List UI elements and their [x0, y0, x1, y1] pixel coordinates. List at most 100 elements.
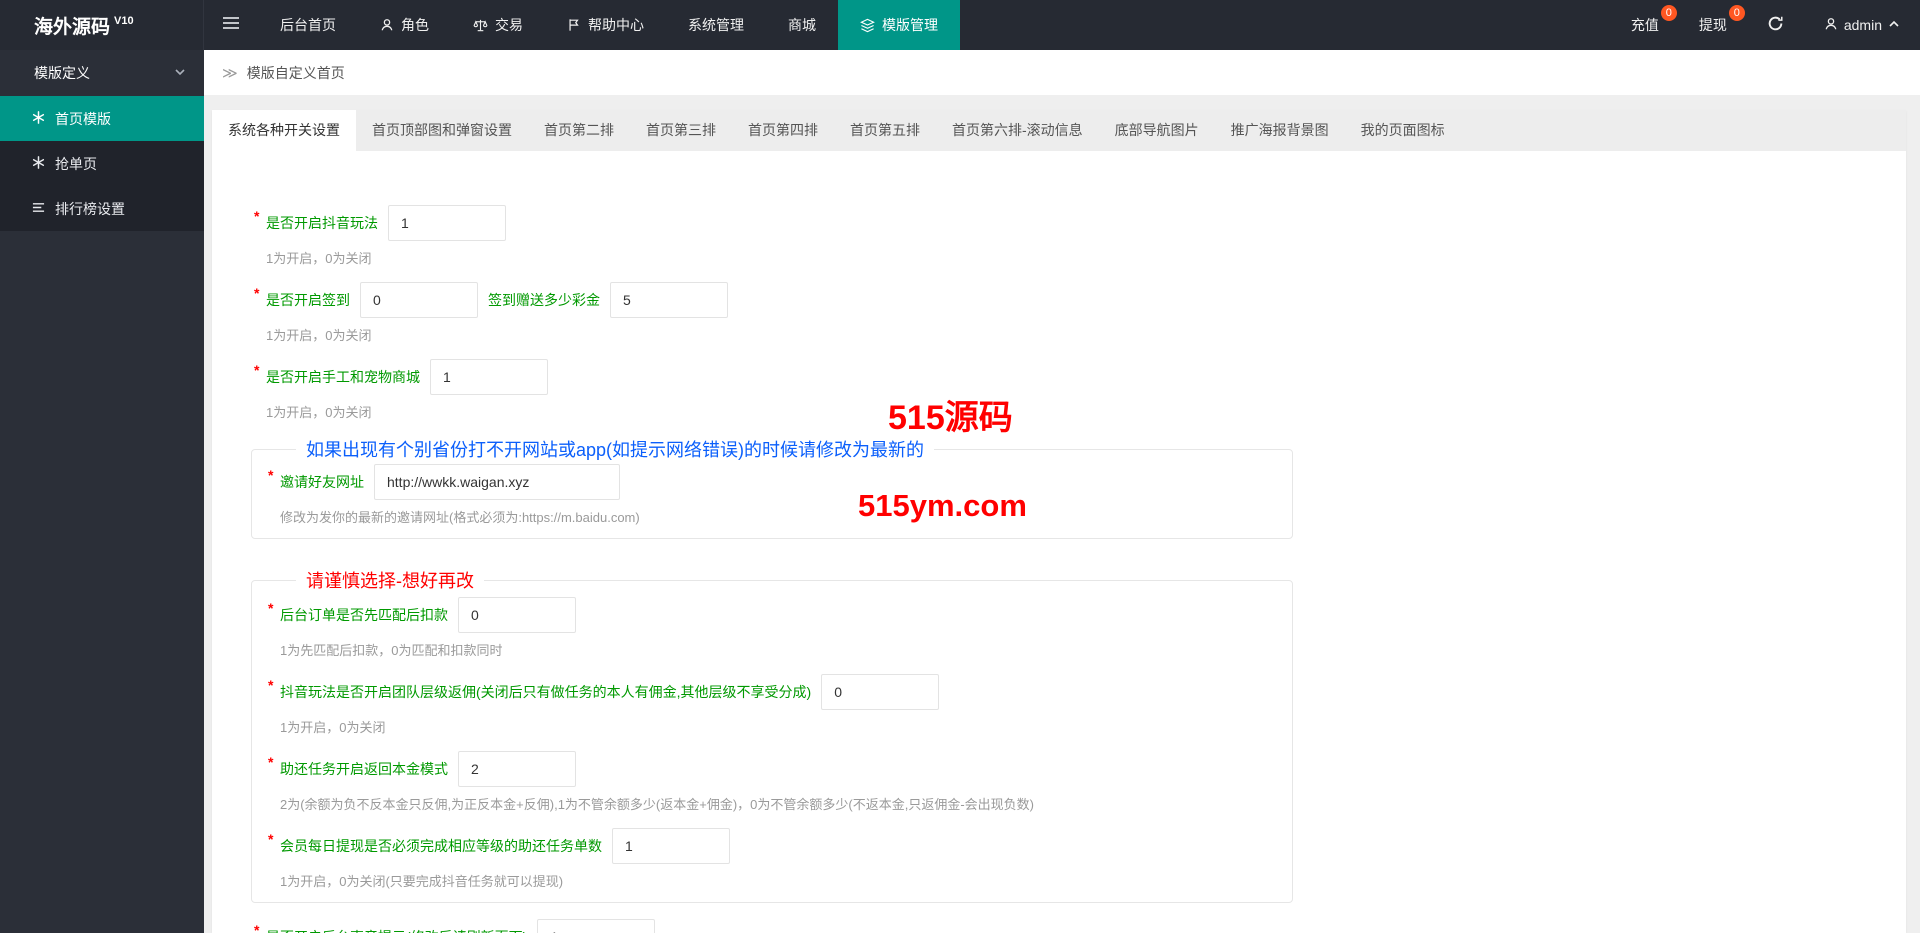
- invite-url-fieldset: 如果出现有个别省份打不开网站或app(如提示网络错误)的时候请修改为最新的 * …: [251, 436, 1293, 539]
- asterisk-icon: [32, 111, 45, 127]
- field-label: 是否开启签到: [266, 290, 350, 310]
- sidebar-item-home-template[interactable]: 首页模版: [0, 96, 204, 141]
- field-label: 是否开启抖音玩法: [266, 213, 378, 233]
- top-nav: 后台首页 角色 交易 帮助中心 系统管理 商城: [258, 0, 960, 50]
- match-deduct-input[interactable]: [458, 597, 576, 633]
- settings-form: * 是否开启抖音玩法 1为开启，0为关闭 * 是否开启签到 签到赠送多少彩金: [212, 151, 1906, 933]
- app-logo: 海外源码 V10: [0, 0, 204, 50]
- breadcrumb-separator-icon: ≫: [222, 64, 238, 82]
- field-label: 后台订单是否先匹配后扣款: [280, 605, 448, 625]
- list-icon: [32, 201, 45, 217]
- user-menu[interactable]: admin: [1804, 0, 1920, 50]
- field-helper: 1为开启，0为关闭: [266, 328, 1906, 344]
- username: admin: [1844, 17, 1882, 33]
- tab-home-row5[interactable]: 首页第五排: [834, 110, 936, 151]
- page-title: 模版自定义首页: [247, 63, 345, 83]
- signin-bonus-input[interactable]: [610, 282, 728, 318]
- breadcrumb: ≫ 模版自定义首页: [204, 50, 1920, 95]
- watermark-text-1: 515源码: [888, 390, 1013, 439]
- invite-url-input[interactable]: [374, 464, 620, 500]
- tab-home-row4[interactable]: 首页第四排: [732, 110, 834, 151]
- withdraw-badge: 0: [1729, 5, 1745, 21]
- nav-item-label: 帮助中心: [588, 15, 644, 35]
- mall-switch-input[interactable]: [430, 359, 548, 395]
- required-asterisk: *: [268, 467, 273, 483]
- scales-icon: [473, 18, 488, 33]
- field-label: 是否开启手工和宠物商城: [266, 367, 420, 387]
- nav-item-mall[interactable]: 商城: [766, 0, 838, 50]
- nav-item-roles[interactable]: 角色: [358, 0, 451, 50]
- sidebar-group-template-define[interactable]: 模版定义: [0, 50, 204, 96]
- nav-item-label: 角色: [401, 15, 429, 35]
- field-label: 是否开启后台声音提示(修改后请刷新页面): [266, 927, 527, 933]
- withdraw-task-count-input[interactable]: [612, 828, 730, 864]
- form-group-team-commission: * 抖音玩法是否开启团队层级返佣(关闭后只有做任务的本人有佣金,其他层级不享受分…: [268, 674, 1276, 736]
- field-helper: 1为开启，0为关闭: [280, 720, 1276, 736]
- tab-system-switches[interactable]: 系统各种开关设置: [212, 110, 356, 151]
- nav-item-system[interactable]: 系统管理: [666, 0, 766, 50]
- sidebar-item-ranking-settings[interactable]: 排行榜设置: [0, 186, 204, 231]
- form-group-match-deduct: * 后台订单是否先匹配后扣款 1为先匹配后扣款，0为匹配和扣款同时: [268, 597, 1276, 659]
- nav-item-trade[interactable]: 交易: [451, 0, 545, 50]
- user-icon: [380, 18, 394, 32]
- field-label: 签到赠送多少彩金: [488, 290, 600, 310]
- hamburger-icon: [222, 16, 240, 35]
- nav-item-label: 商城: [788, 15, 816, 35]
- required-asterisk: *: [268, 677, 273, 693]
- chevron-down-icon: [174, 65, 186, 81]
- refresh-icon: [1767, 15, 1784, 35]
- field-helper: 1为开启，0为关闭: [266, 251, 1906, 267]
- top-header: 海外源码 V10 后台首页 角色 交易 帮助中心: [0, 0, 1920, 50]
- douyin-switch-input[interactable]: [388, 205, 506, 241]
- required-asterisk: *: [268, 600, 273, 616]
- field-label: 助还任务开启返回本金模式: [280, 759, 448, 779]
- tab-home-row3[interactable]: 首页第三排: [630, 110, 732, 151]
- tab-home-row2[interactable]: 首页第二排: [528, 110, 630, 151]
- sidebar-toggle-button[interactable]: [204, 0, 258, 50]
- tab-home-top-popup[interactable]: 首页顶部图和弹窗设置: [356, 110, 528, 151]
- app-logo-text: 海外源码: [34, 12, 110, 39]
- tab-promo-poster-bg[interactable]: 推广海报背景图: [1215, 110, 1345, 151]
- main-content: ≫ 模版自定义首页 系统各种开关设置 首页顶部图和弹窗设置 首页第二排 首页第三…: [204, 50, 1920, 933]
- form-group-invite-url: * 邀请好友网址 修改为发你的最新的邀请网址(格式必须为:https://m.b…: [268, 464, 1276, 526]
- field-helper: 1为先匹配后扣款，0为匹配和扣款同时: [280, 643, 1276, 659]
- nav-item-dashboard[interactable]: 后台首页: [258, 0, 358, 50]
- sound-alert-input[interactable]: [537, 919, 655, 933]
- sidebar-item-label: 抢单页: [55, 154, 97, 174]
- careful-settings-fieldset: 请谨慎选择-想好再改 * 后台订单是否先匹配后扣款 1为先匹配后扣款，0为匹配和…: [251, 567, 1293, 903]
- refresh-button[interactable]: [1747, 0, 1804, 50]
- tab-home-row6-scroll[interactable]: 首页第六排-滚动信息: [936, 110, 1099, 151]
- asterisk-icon: [32, 156, 45, 172]
- signin-switch-input[interactable]: [360, 282, 478, 318]
- chevron-up-icon: [1888, 17, 1900, 33]
- nav-item-template-management[interactable]: 模版管理: [838, 0, 960, 50]
- sidebar-item-grab-order-page[interactable]: 抢单页: [0, 141, 204, 186]
- form-group-principal-return-mode: * 助还任务开启返回本金模式 2为(余额为负不反本金只反佣,为正反本金+反佣),…: [268, 751, 1276, 813]
- tab-bottom-nav-images[interactable]: 底部导航图片: [1099, 110, 1215, 151]
- recharge-button[interactable]: 充值 0: [1611, 0, 1679, 50]
- sidebar-item-label: 首页模版: [55, 109, 111, 129]
- form-group-sound-alert: * 是否开启后台声音提示(修改后请刷新页面): [254, 919, 1906, 933]
- nav-item-label: 系统管理: [688, 15, 744, 35]
- tab-bar: 系统各种开关设置 首页顶部图和弹窗设置 首页第二排 首页第三排 首页第四排 首页…: [212, 110, 1906, 151]
- required-asterisk: *: [254, 922, 259, 933]
- required-asterisk: *: [268, 754, 273, 770]
- sidebar-item-label: 排行榜设置: [55, 199, 125, 219]
- required-asterisk: *: [254, 285, 259, 301]
- withdraw-button[interactable]: 提现 0: [1679, 0, 1747, 50]
- tab-my-page-icons[interactable]: 我的页面图标: [1345, 110, 1461, 151]
- fieldset-legend-notice: 如果出现有个别省份打不开网站或app(如提示网络错误)的时候请修改为最新的: [296, 436, 934, 462]
- header-right: 充值 0 提现 0 admin: [1611, 0, 1920, 50]
- required-asterisk: *: [254, 362, 259, 378]
- team-commission-input[interactable]: [821, 674, 939, 710]
- flag-icon: [567, 18, 581, 32]
- field-label: 邀请好友网址: [280, 472, 364, 492]
- nav-item-label: 交易: [495, 15, 523, 35]
- sidebar: 模版定义 首页模版 抢单页 排行榜设置: [0, 50, 204, 933]
- watermark-text-2: 515ym.com: [858, 488, 1027, 524]
- required-asterisk: *: [268, 831, 273, 847]
- fieldset-legend-warning: 请谨慎选择-想好再改: [296, 567, 484, 593]
- nav-item-help-center[interactable]: 帮助中心: [545, 0, 666, 50]
- principal-return-mode-input[interactable]: [458, 751, 576, 787]
- layers-icon: [860, 18, 875, 33]
